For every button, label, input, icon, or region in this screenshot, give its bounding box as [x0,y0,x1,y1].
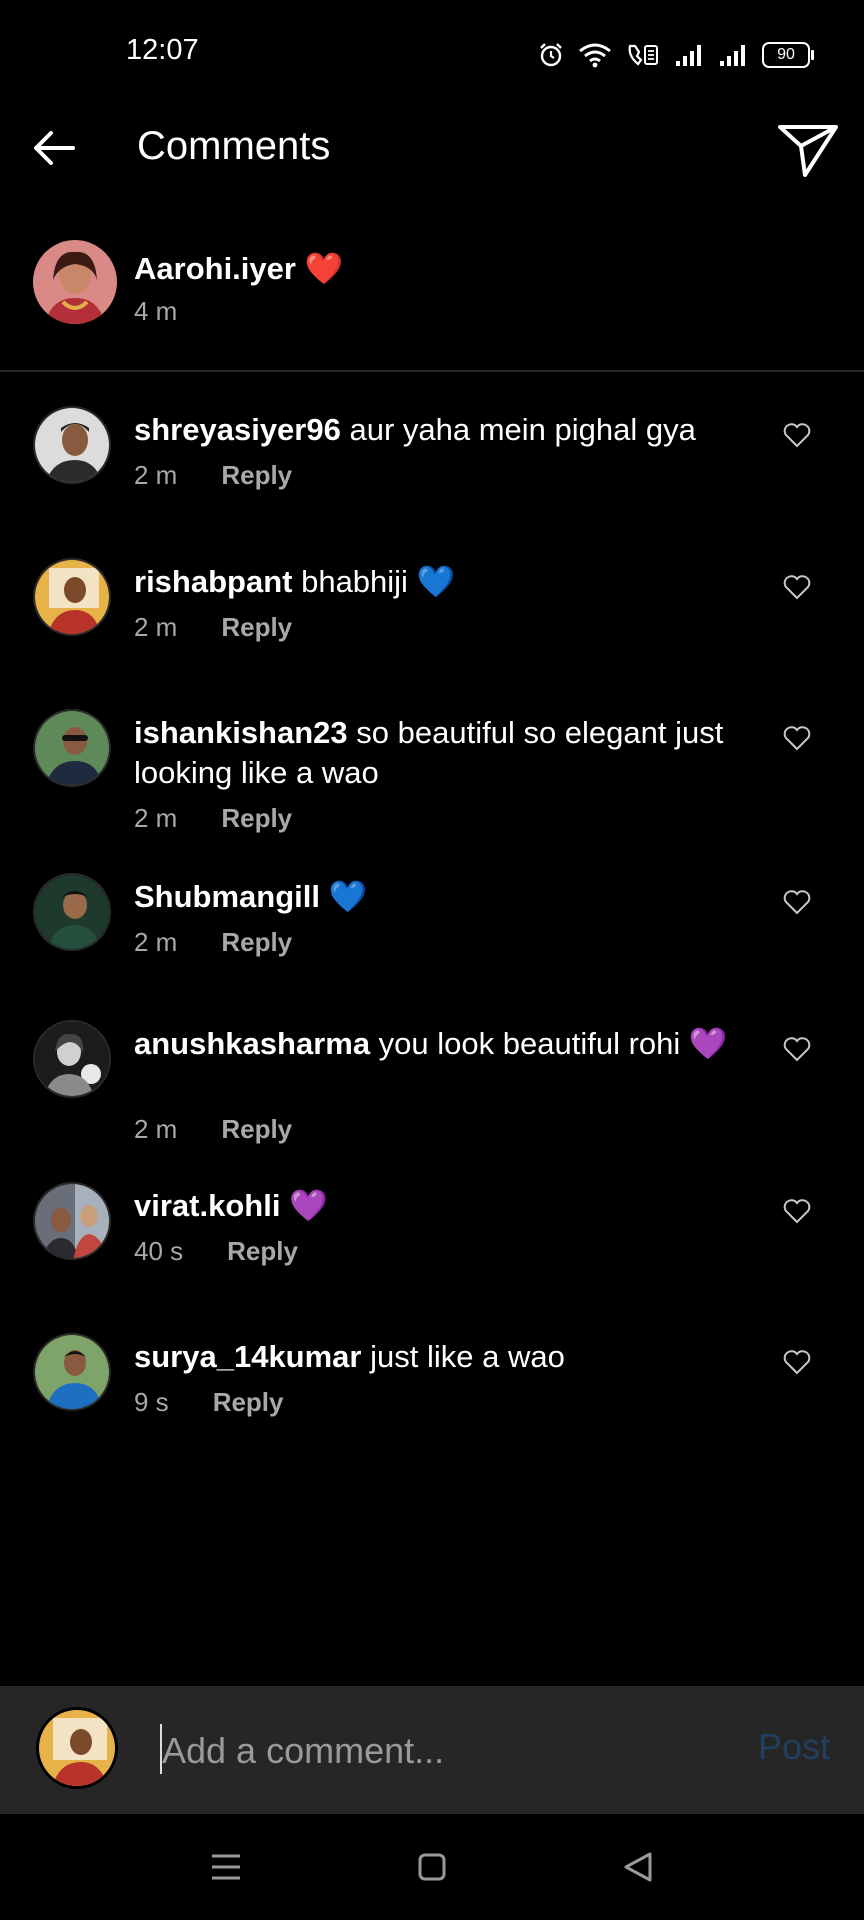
comment-meta: 9 s Reply [134,1387,284,1418]
avatar[interactable] [33,406,111,484]
avatar[interactable] [33,240,117,324]
signal-1-icon [676,45,701,66]
comment-text: rishabpant bhabhiji 💙 [134,564,456,599]
comment-time: 2 m [134,927,178,957]
comment-username[interactable]: shreyasiyer96 [134,412,341,447]
avatar[interactable] [33,873,111,951]
battery-icon: 90 [762,42,814,68]
comment-composer: Post [0,1686,864,1814]
page-title: Comments [137,124,331,168]
comment-text: Shubmangill 💙 [134,879,368,914]
menu-lines-icon [212,1854,240,1880]
arrow-left-icon [34,131,75,165]
comment-text: virat.kohli 💜 [134,1188,328,1223]
avatar[interactable] [33,1333,111,1411]
comment-text: surya_14kumar just like a wao [134,1339,565,1374]
comment-username[interactable]: ishankishan23 [134,715,348,750]
share-button[interactable] [776,118,840,182]
reply-button[interactable]: Reply [213,1387,284,1418]
heart-outline-icon[interactable] [782,1196,812,1226]
comment-username[interactable]: anushkasharma [134,1026,370,1061]
reply-button[interactable]: Reply [221,927,292,958]
comment-text: ishankishan23 so beautiful so elegant ju… [134,715,724,790]
heart-outline-icon[interactable] [782,1034,812,1064]
triangle-back-icon [624,1852,652,1882]
status-bar: 12:07 90 [0,0,864,100]
paper-plane-icon [778,125,838,177]
avatar[interactable] [33,1020,111,1098]
avatar[interactable] [33,709,111,787]
reply-button[interactable]: Reply [221,612,292,643]
reply-button[interactable]: Reply [227,1236,298,1267]
alarm-icon [540,43,562,67]
comment-meta: 2 m Reply [134,927,292,958]
comment-meta: 2 m Reply [134,803,292,834]
comment-time: 2 m [134,460,178,490]
comment-text: anushkasharma you look beautiful rohi 💜 [134,1026,728,1061]
status-icons: 90 [538,40,814,70]
comment-time: 9 s [134,1387,169,1417]
comment-username[interactable]: virat.kohli [134,1188,280,1223]
home-button[interactable] [412,1847,452,1887]
back-nav-button[interactable] [618,1847,658,1887]
comment-meta: 2 m Reply [134,1114,292,1145]
comment-meta: 40 s Reply [134,1236,298,1267]
post-button[interactable]: Post [758,1726,830,1768]
comment-username[interactable]: rishabpant [134,564,292,599]
red-heart-emoji: ❤️ [304,251,344,286]
avatar[interactable] [33,1182,111,1260]
divider [0,370,864,372]
system-nav-bar [0,1814,864,1920]
recents-button[interactable] [206,1847,246,1887]
comment-meta: 2 m Reply [134,612,292,643]
comment-input[interactable] [160,1720,724,1782]
post-caption: Aarohi.iyer ❤️ 4 m [0,236,864,368]
header: Comments [0,100,864,200]
heart-outline-icon[interactable] [782,572,812,602]
heart-outline-icon[interactable] [782,887,812,917]
current-user-avatar [36,1707,118,1789]
signal-2-icon [720,45,745,66]
comment-username[interactable]: surya_14kumar [134,1339,362,1374]
comment-meta: 2 m Reply [134,460,292,491]
comment-time: 2 m [134,612,178,642]
reply-button[interactable]: Reply [221,460,292,491]
volte-call-icon [628,44,658,66]
status-time: 12:07 [126,34,199,66]
caption-username[interactable]: Aarohi.iyer ❤️ [134,250,343,287]
heart-outline-icon[interactable] [782,723,812,753]
reply-button[interactable]: Reply [221,803,292,834]
heart-outline-icon[interactable] [782,420,812,450]
comment-text: shreyasiyer96 aur yaha mein pighal gya [134,412,696,447]
reply-button[interactable]: Reply [221,1114,292,1145]
caption-time: 4 m [134,296,178,326]
back-button[interactable] [28,122,80,174]
wifi-icon [579,43,611,68]
comment-time: 40 s [134,1236,184,1266]
avatar[interactable] [33,558,111,636]
square-icon [418,1853,446,1881]
comment-time: 2 m [134,1114,178,1144]
comment-username[interactable]: Shubmangill [134,879,320,914]
heart-outline-icon[interactable] [782,1347,812,1377]
comment-time: 2 m [134,803,178,833]
